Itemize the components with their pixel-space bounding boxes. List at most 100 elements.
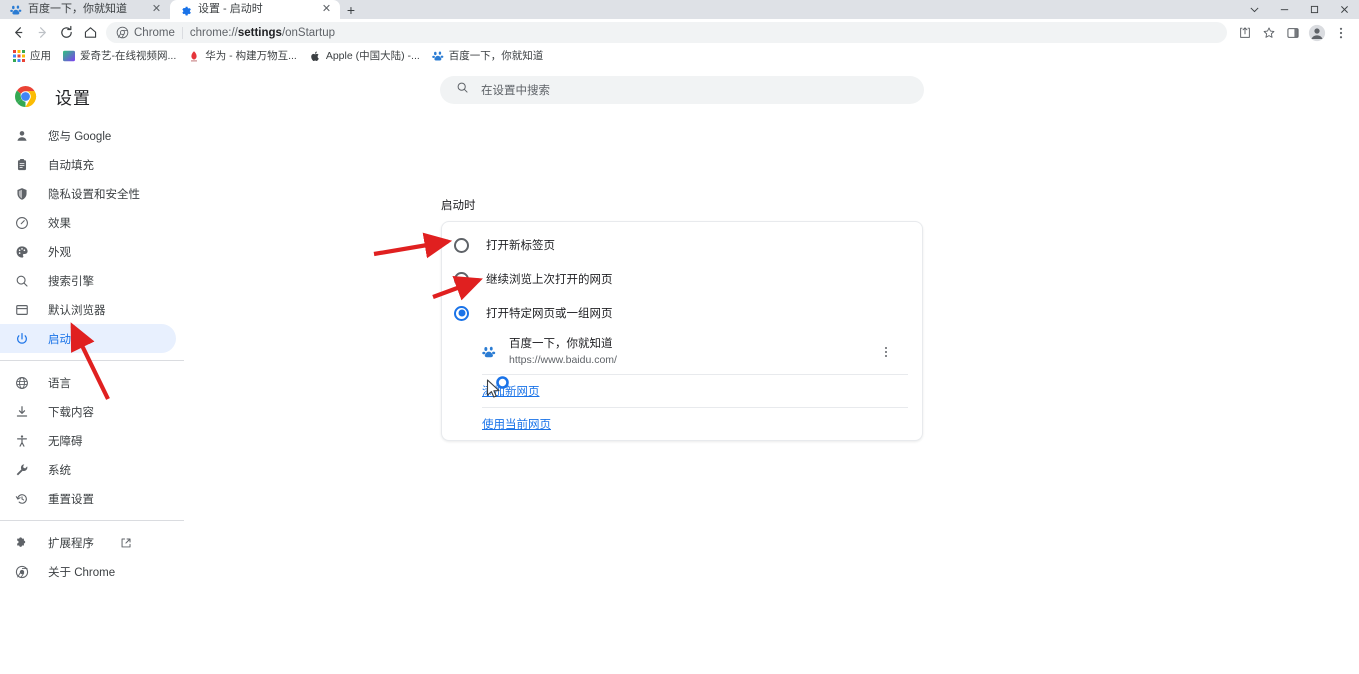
startup-site-name: 百度一下，你就知道 (509, 338, 613, 350)
search-icon (14, 273, 30, 289)
accessibility-icon (14, 433, 30, 449)
sidebar-item-label: 外观 (48, 246, 71, 259)
baidu-paw-icon (432, 51, 444, 60)
tab-baidu[interactable]: 百度一下，你就知道 ✕ (0, 0, 170, 19)
power-icon (14, 331, 30, 347)
tab-close-button[interactable]: ✕ (320, 3, 333, 16)
sidebar-item-appearance[interactable]: 外观 (0, 237, 176, 266)
chrome-chip-label: Chrome (134, 26, 175, 39)
page-title: 设置 (55, 88, 91, 108)
sidebar-item-privacy[interactable]: 隐私设置和安全性 (0, 179, 176, 208)
sidebar-item-label: 重置设置 (48, 493, 94, 506)
startup-site-texts: 百度一下，你就知道 https://www.baidu.com/ (509, 337, 864, 367)
sidebar-item-accessibility[interactable]: 无障碍 (0, 426, 176, 455)
chevron-down-icon[interactable] (1239, 0, 1269, 19)
sidebar-item-label: 搜索引擎 (48, 275, 94, 288)
sidebar-item-label: 效果 (48, 217, 71, 230)
sidebar-item-languages[interactable]: 语言 (0, 368, 176, 397)
bookmark-iqiyi[interactable]: 爱奇艺-在线视频网... (58, 47, 181, 64)
radio-option-continue[interactable]: 继续浏览上次打开的网页 (442, 262, 922, 296)
bookmark-apps[interactable]: 应用 (8, 47, 56, 64)
apple-icon (311, 51, 319, 61)
clipboard-icon (14, 157, 30, 173)
search-bar-wrapper: 在设置中搜索 (440, 76, 924, 104)
radio-option-specific-pages[interactable]: 打开特定网页或一组网页 (442, 296, 922, 330)
bookmark-star-icon[interactable] (1257, 21, 1281, 45)
add-new-page-row[interactable]: 添加新网页 (442, 375, 922, 407)
omnibox-url: chrome://settings/onStartup (190, 27, 335, 39)
wrench-icon (14, 462, 30, 478)
sidebar-item-you-and-google[interactable]: 您与 Google (0, 121, 176, 150)
sidebar-item-on-startup[interactable]: 启动时 (0, 324, 176, 353)
startup-site-url: https://www.baidu.com/ (509, 354, 617, 366)
profile-avatar-icon[interactable] (1305, 21, 1329, 45)
home-icon[interactable] (78, 21, 102, 45)
bookmarks-bar: 应用 爱奇艺-在线视频网... 华为 - 构建万物互... Apple (中国大… (0, 46, 1359, 66)
url-suffix: /onStartup (281, 26, 336, 39)
bookmark-label: 爱奇艺-在线视频网... (80, 50, 177, 62)
bookmark-label: 应用 (30, 50, 51, 62)
new-tab-button[interactable]: + (340, 0, 362, 19)
toolbar-right-actions (1233, 21, 1353, 45)
speedometer-icon (14, 215, 30, 231)
search-input[interactable]: 在设置中搜索 (440, 76, 924, 104)
url-bold-part: settings (237, 26, 282, 39)
use-current-pages-row[interactable]: 使用当前网页 (442, 408, 922, 440)
chrome-circle-icon (14, 564, 30, 580)
side-panel-icon[interactable] (1281, 21, 1305, 45)
apps-grid-icon (13, 49, 25, 62)
sidebar-item-about-chrome[interactable]: 关于 Chrome (0, 557, 176, 586)
kebab-menu-icon[interactable] (877, 343, 895, 361)
settings-brand: 设置 (0, 67, 200, 113)
sidebar-item-system[interactable]: 系统 (0, 455, 176, 484)
window-controls (1239, 0, 1359, 19)
minimize-icon[interactable] (1269, 0, 1299, 19)
startup-options-card: 打开新标签页 继续浏览上次打开的网页 打开特定网页或一组网页 百度一下，你就知道… (441, 221, 923, 441)
chrome-logo-icon (14, 85, 37, 107)
sidebar-item-reset-settings[interactable]: 重置设置 (0, 484, 176, 513)
use-current-pages-link[interactable]: 使用当前网页 (482, 416, 551, 432)
bookmark-baidu[interactable]: 百度一下，你就知道 (427, 47, 549, 64)
tab-title: 设置 - 启动时 (198, 3, 263, 15)
settings-gear-icon (182, 6, 191, 16)
sidebar-item-label: 自动填充 (48, 159, 94, 172)
search-placeholder: 在设置中搜索 (481, 85, 550, 97)
sidebar-item-downloads[interactable]: 下载内容 (0, 397, 176, 426)
radio-label: 打开特定网页或一组网页 (486, 308, 613, 320)
radio-button[interactable] (454, 237, 469, 253)
restore-icon (14, 491, 30, 507)
chrome-menu-icon[interactable] (1329, 21, 1353, 45)
bookmark-apple[interactable]: Apple (中国大陆) -... (304, 47, 425, 64)
baidu-paw-icon (10, 5, 22, 14)
address-bar[interactable]: Chrome chrome://settings/onStartup (106, 22, 1227, 43)
sidebar-item-performance[interactable]: 效果 (0, 208, 176, 237)
sidebar-item-extensions[interactable]: 扩展程序 (0, 528, 176, 557)
tab-close-button[interactable]: ✕ (150, 3, 163, 16)
section-title-on-startup: 启动时 (441, 200, 476, 212)
radio-option-new-tab[interactable]: 打开新标签页 (442, 228, 922, 262)
maximize-icon[interactable] (1299, 0, 1329, 19)
huawei-icon (191, 50, 198, 61)
browser-toolbar: Chrome chrome://settings/onStartup (0, 19, 1359, 46)
radio-button[interactable] (454, 271, 469, 287)
download-icon (14, 404, 30, 420)
tab-title: 百度一下，你就知道 (28, 3, 127, 15)
add-new-page-link[interactable]: 添加新网页 (482, 383, 540, 399)
sidebar-item-autofill[interactable]: 自动填充 (0, 150, 176, 179)
bookmark-huawei[interactable]: 华为 - 构建万物互... (183, 47, 302, 64)
puzzle-icon (14, 535, 30, 551)
close-icon[interactable] (1329, 0, 1359, 19)
baidu-paw-icon (482, 346, 496, 358)
startup-site-row[interactable]: 百度一下，你就知道 https://www.baidu.com/ (442, 330, 922, 374)
sidebar-item-default-browser[interactable]: 默认浏览器 (0, 295, 176, 324)
back-icon[interactable] (6, 21, 30, 45)
reload-icon[interactable] (54, 21, 78, 45)
bookmark-label: 百度一下，你就知道 (448, 50, 544, 62)
tab-settings[interactable]: 设置 - 启动时 ✕ (170, 0, 340, 19)
share-icon[interactable] (1233, 21, 1257, 45)
sidebar-item-label: 扩展程序 (48, 537, 94, 550)
omnibox-divider (181, 26, 183, 39)
forward-icon[interactable] (30, 21, 54, 45)
radio-button-selected[interactable] (454, 305, 469, 321)
sidebar-item-search-engine[interactable]: 搜索引擎 (0, 266, 176, 295)
